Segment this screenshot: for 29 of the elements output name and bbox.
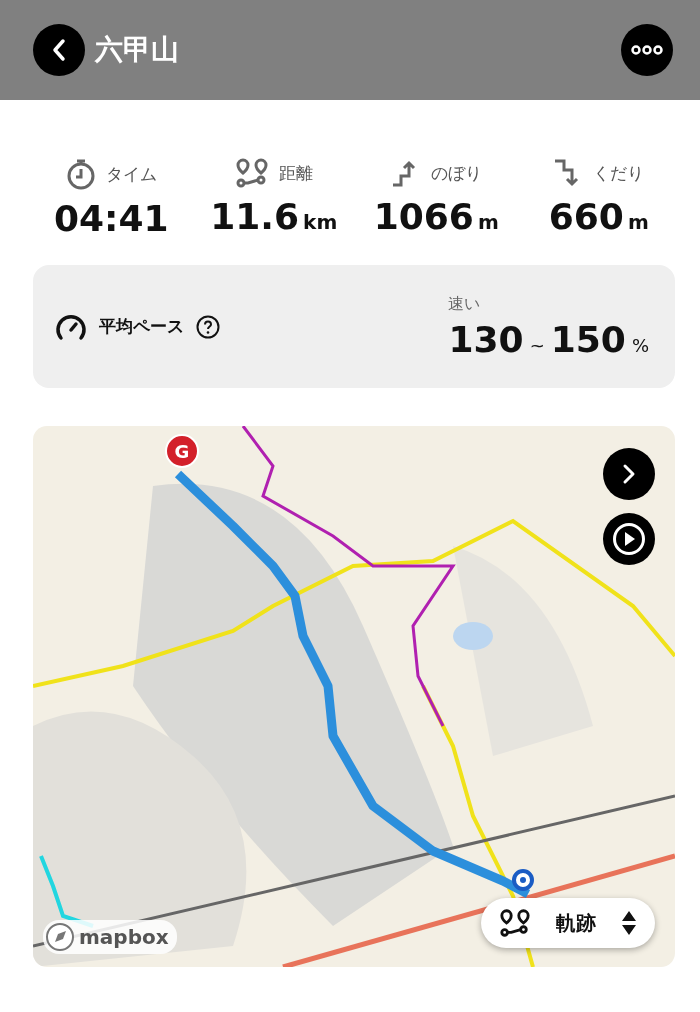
more-button[interactable]: [621, 24, 673, 76]
stat-value: 1066 m: [373, 196, 499, 237]
page-title: 六甲山: [95, 32, 180, 68]
pace-high: 150: [550, 318, 626, 360]
stat-label: 距離: [278, 161, 313, 185]
pace-low: 130: [448, 318, 524, 360]
range-separator: ~: [529, 334, 545, 356]
more-icon: [631, 45, 663, 55]
sort-arrows-icon: [621, 910, 637, 936]
track-selector[interactable]: 軌跡: [481, 898, 655, 948]
back-icon: [51, 38, 67, 62]
stat-value: 660 m: [548, 196, 649, 237]
start-marker-icon: [511, 868, 535, 892]
back-button[interactable]: [33, 24, 85, 76]
stat-label: くだり: [593, 161, 645, 185]
stopwatch-icon: [65, 158, 96, 190]
stat-value: 04:41: [53, 198, 169, 239]
play-icon: [612, 522, 646, 556]
pace-unit: %: [631, 334, 649, 356]
pace-label: 平均ペース: [99, 315, 184, 338]
stat-label: のぼり: [430, 161, 482, 185]
chevron-right-icon: [622, 463, 636, 485]
route-pins-icon: [499, 908, 531, 938]
pace-category: 速い: [448, 293, 482, 315]
route-pins-icon: [234, 158, 269, 188]
speedometer-icon: [55, 312, 87, 341]
help-icon[interactable]: [196, 314, 220, 339]
stat-value: 11.6 km: [210, 196, 338, 237]
stat-label: タイム: [105, 162, 157, 186]
